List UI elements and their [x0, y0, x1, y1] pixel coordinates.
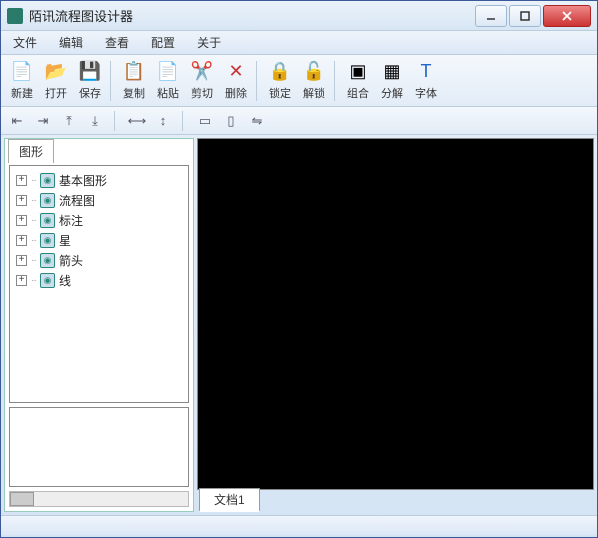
font-button[interactable]: T字体 — [409, 57, 443, 105]
align-bottom-button[interactable]: ⤓ — [85, 111, 105, 131]
toolbar-separator — [110, 61, 114, 101]
distribute-v-button[interactable]: ▯ — [221, 111, 241, 131]
sidebar-tab-shapes[interactable]: 图形 — [8, 139, 54, 163]
statusbar — [1, 515, 597, 535]
toolbar-separator — [334, 61, 338, 101]
menu-about[interactable]: 关于 — [193, 32, 225, 53]
align-left-button[interactable]: ⇤ — [7, 111, 27, 131]
expand-icon[interactable]: + — [16, 195, 27, 206]
cut-button[interactable]: ✂️剪切 — [185, 57, 219, 105]
tree-connector: ··· — [31, 176, 36, 185]
cut-icon: ✂️ — [191, 61, 213, 83]
canvas-area: 文档1 — [197, 138, 594, 512]
tree-item-callout[interactable]: +···◉标注 — [12, 210, 186, 230]
tree-connector: ··· — [31, 256, 36, 265]
maximize-button[interactable] — [509, 5, 541, 27]
category-icon: ◉ — [40, 253, 55, 268]
app-icon — [7, 8, 23, 24]
paste-button[interactable]: 📄粘贴 — [151, 57, 185, 105]
copy-button[interactable]: 📋复制 — [117, 57, 151, 105]
expand-icon[interactable]: + — [16, 235, 27, 246]
new-icon: 📄 — [11, 61, 33, 83]
copy-icon: 📋 — [123, 61, 145, 83]
lock-button[interactable]: 🔒锁定 — [263, 57, 297, 105]
unlock-button[interactable]: 🔓解锁 — [297, 57, 331, 105]
open-button[interactable]: 📂打开 — [39, 57, 73, 105]
font-icon: T — [415, 61, 437, 83]
save-icon: 💾 — [79, 61, 101, 83]
delete-button[interactable]: ✕删除 — [219, 57, 253, 105]
tree-item-star[interactable]: +···◉星 — [12, 230, 186, 250]
window-title: 陌讯流程图设计器 — [29, 6, 473, 25]
new-button[interactable]: 📄新建 — [5, 57, 39, 105]
window-controls — [473, 5, 591, 27]
expand-icon[interactable]: + — [16, 255, 27, 266]
toolbar-separator — [256, 61, 260, 101]
close-button[interactable] — [543, 5, 591, 27]
toolbar-separator — [182, 111, 186, 131]
shape-tree[interactable]: +···◉基本图形 +···◉流程图 +···◉标注 +···◉星 +···◉箭… — [9, 165, 189, 403]
drawing-canvas[interactable] — [197, 138, 594, 490]
toolbar-separator — [114, 111, 118, 131]
sidebar: 图形 +···◉基本图形 +···◉流程图 +···◉标注 +···◉星 +··… — [4, 138, 194, 512]
align-toolbar: ⇤ ⇥ ⤒ ⤓ ⟷ ↕ ▭ ▯ ⇋ — [1, 107, 597, 135]
expand-icon[interactable]: + — [16, 215, 27, 226]
tree-connector: ··· — [31, 196, 36, 205]
category-icon: ◉ — [40, 233, 55, 248]
category-icon: ◉ — [40, 213, 55, 228]
minimize-button[interactable] — [475, 5, 507, 27]
tree-connector: ··· — [31, 216, 36, 225]
app-window: 陌讯流程图设计器 文件 编辑 查看 配置 关于 📄新建 📂打开 💾保存 📋复制 … — [0, 0, 598, 538]
shape-preview — [9, 407, 189, 487]
expand-icon[interactable]: + — [16, 275, 27, 286]
titlebar: 陌讯流程图设计器 — [1, 1, 597, 31]
delete-icon: ✕ — [225, 61, 247, 83]
horizontal-scrollbar[interactable] — [9, 491, 189, 507]
unlock-icon: 🔓 — [303, 61, 325, 83]
category-icon: ◉ — [40, 273, 55, 288]
align-right-button[interactable]: ⇥ — [33, 111, 53, 131]
tree-item-line[interactable]: +···◉线 — [12, 270, 186, 290]
document-tabs: 文档1 — [197, 490, 594, 512]
tree-connector: ··· — [31, 276, 36, 285]
ungroup-button[interactable]: ▦分解 — [375, 57, 409, 105]
flip-h-button[interactable]: ⇋ — [247, 111, 267, 131]
main-toolbar: 📄新建 📂打开 💾保存 📋复制 📄粘贴 ✂️剪切 ✕删除 🔒锁定 🔓解锁 ▣组合… — [1, 55, 597, 107]
tree-item-flowchart[interactable]: +···◉流程图 — [12, 190, 186, 210]
menu-edit[interactable]: 编辑 — [55, 32, 87, 53]
same-width-button[interactable]: ⟷ — [127, 111, 147, 131]
menu-view[interactable]: 查看 — [101, 32, 133, 53]
sidebar-tabs: 图形 — [5, 139, 193, 163]
open-icon: 📂 — [45, 61, 67, 83]
scrollbar-thumb[interactable] — [10, 492, 34, 506]
tree-item-arrow[interactable]: +···◉箭头 — [12, 250, 186, 270]
tree-item-basic-shapes[interactable]: +···◉基本图形 — [12, 170, 186, 190]
menu-file[interactable]: 文件 — [9, 32, 41, 53]
tree-connector: ··· — [31, 236, 36, 245]
menu-config[interactable]: 配置 — [147, 32, 179, 53]
distribute-h-button[interactable]: ▭ — [195, 111, 215, 131]
same-height-button[interactable]: ↕ — [153, 111, 173, 131]
ungroup-icon: ▦ — [381, 61, 403, 83]
group-icon: ▣ — [347, 61, 369, 83]
expand-icon[interactable]: + — [16, 175, 27, 186]
category-icon: ◉ — [40, 173, 55, 188]
save-button[interactable]: 💾保存 — [73, 57, 107, 105]
menubar: 文件 编辑 查看 配置 关于 — [1, 31, 597, 55]
main-area: 图形 +···◉基本图形 +···◉流程图 +···◉标注 +···◉星 +··… — [1, 135, 597, 515]
lock-icon: 🔒 — [269, 61, 291, 83]
category-icon: ◉ — [40, 193, 55, 208]
paste-icon: 📄 — [157, 61, 179, 83]
align-top-button[interactable]: ⤒ — [59, 111, 79, 131]
group-button[interactable]: ▣组合 — [341, 57, 375, 105]
document-tab-1[interactable]: 文档1 — [199, 488, 260, 512]
